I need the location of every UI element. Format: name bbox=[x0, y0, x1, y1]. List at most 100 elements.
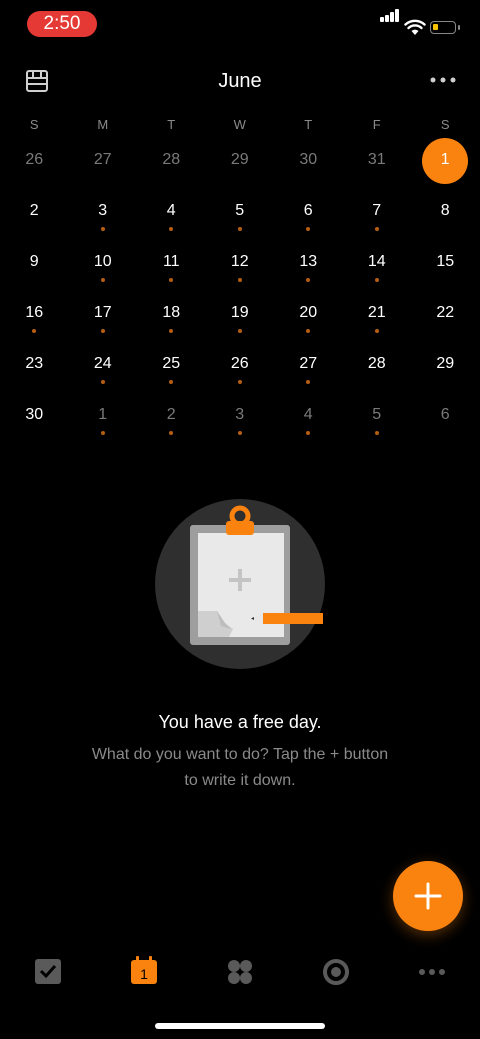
weekday-label: W bbox=[233, 117, 246, 132]
day-cell[interactable]: 17 bbox=[69, 301, 138, 347]
event-dot bbox=[100, 278, 105, 282]
nav-more[interactable] bbox=[408, 950, 456, 995]
checkbox-icon bbox=[35, 959, 61, 984]
day-number: 25 bbox=[162, 355, 181, 372]
empty-state-subtitle-line1: What do you want to do? Tap the + button bbox=[91, 746, 389, 763]
event-dot bbox=[100, 380, 105, 384]
day-cell[interactable]: 24 bbox=[69, 352, 138, 398]
day-cell[interactable]: 27 bbox=[274, 352, 343, 398]
day-cell[interactable]: 9 bbox=[0, 250, 69, 296]
day-cell[interactable]: 29 bbox=[206, 148, 275, 194]
empty-state-subtitle-line2: to write it down. bbox=[184, 772, 296, 789]
day-number: 8 bbox=[440, 202, 450, 219]
nav-tasks[interactable] bbox=[24, 950, 72, 995]
day-cell[interactable]: 14 bbox=[343, 250, 412, 296]
week-row: 2 3 4 5 6 7 8 bbox=[0, 199, 480, 239]
event-dot bbox=[237, 278, 242, 282]
day-cell[interactable]: 5 bbox=[206, 199, 275, 245]
event-dot bbox=[306, 380, 311, 384]
day-number: 23 bbox=[25, 355, 44, 372]
day-cell[interactable]: 18 bbox=[137, 301, 206, 347]
day-cell[interactable]: 1 bbox=[69, 403, 138, 449]
event-dot bbox=[306, 329, 311, 333]
nav-focus[interactable] bbox=[312, 950, 360, 995]
day-number: 4 bbox=[166, 202, 176, 219]
day-cell[interactable]: 11 bbox=[137, 250, 206, 296]
weekday-label: T bbox=[167, 117, 176, 132]
add-task-button[interactable] bbox=[393, 861, 463, 931]
week-row: 16 17 18 19 20 21 22 bbox=[0, 301, 480, 341]
day-cell[interactable]: 28 bbox=[343, 352, 412, 398]
day-cell[interactable]: 3 bbox=[69, 199, 138, 245]
day-cell[interactable]: 26 bbox=[0, 148, 69, 194]
day-cell[interactable]: 6 bbox=[411, 403, 480, 449]
day-number: 13 bbox=[299, 253, 318, 270]
event-dot bbox=[100, 431, 105, 435]
weekday-label: S bbox=[29, 117, 39, 132]
week-row: 30 1 2 3 4 5 6 bbox=[0, 403, 480, 443]
day-number: 26 bbox=[230, 355, 249, 372]
day-cell[interactable]: 4 bbox=[274, 403, 343, 449]
home-indicator[interactable] bbox=[155, 1023, 325, 1029]
day-number: 17 bbox=[93, 304, 112, 321]
month-title[interactable]: June bbox=[0, 70, 480, 93]
event-dot bbox=[374, 329, 379, 333]
calendar-icon: 1 bbox=[131, 956, 157, 984]
weekday-label: M bbox=[97, 117, 109, 132]
day-number: 5 bbox=[372, 406, 382, 423]
day-number: 10 bbox=[93, 253, 112, 270]
plus-icon bbox=[414, 882, 442, 910]
day-cell[interactable]: 2 bbox=[137, 403, 206, 449]
day-cell[interactable]: 8 bbox=[411, 199, 480, 245]
calendar-badge: 1 bbox=[140, 966, 148, 982]
day-cell[interactable]: 25 bbox=[137, 352, 206, 398]
nav-grid[interactable] bbox=[216, 950, 264, 995]
day-cell[interactable]: 13 bbox=[274, 250, 343, 296]
event-dot bbox=[169, 329, 174, 333]
day-number: 1 bbox=[98, 406, 108, 423]
day-cell[interactable]: 21 bbox=[343, 301, 412, 347]
day-cell[interactable]: 30 bbox=[0, 403, 69, 449]
day-number: 30 bbox=[299, 151, 318, 168]
battery-icon bbox=[430, 21, 460, 34]
event-dot bbox=[100, 227, 105, 231]
event-dot bbox=[306, 431, 311, 435]
day-cell[interactable]: 29 bbox=[411, 352, 480, 398]
day-number: 29 bbox=[230, 151, 249, 168]
grid-icon bbox=[228, 960, 252, 984]
day-number: 20 bbox=[299, 304, 318, 321]
day-cell[interactable]: 16 bbox=[0, 301, 69, 347]
day-cell[interactable]: 27 bbox=[69, 148, 138, 194]
day-cell[interactable]: 4 bbox=[137, 199, 206, 245]
day-cell[interactable]: 22 bbox=[411, 301, 480, 347]
day-cell[interactable]: 31 bbox=[343, 148, 412, 194]
day-cell[interactable]: 30 bbox=[274, 148, 343, 194]
more-options-icon[interactable] bbox=[430, 74, 456, 86]
day-cell[interactable]: 20 bbox=[274, 301, 343, 347]
day-number: 9 bbox=[29, 253, 39, 270]
day-cell[interactable]: 12 bbox=[206, 250, 275, 296]
day-number: 5 bbox=[235, 202, 245, 219]
empty-state-title: You have a free day. bbox=[158, 712, 322, 732]
day-cell[interactable]: 5 bbox=[343, 403, 412, 449]
day-number: 15 bbox=[436, 253, 455, 270]
nav-calendar[interactable]: 1 bbox=[120, 950, 168, 995]
day-number: 21 bbox=[367, 304, 386, 321]
bottom-nav: 1 bbox=[0, 950, 480, 995]
day-cell[interactable]: 6 bbox=[274, 199, 343, 245]
day-cell[interactable]: 26 bbox=[206, 352, 275, 398]
day-cell[interactable]: 19 bbox=[206, 301, 275, 347]
day-cell[interactable]: 28 bbox=[137, 148, 206, 194]
day-cell[interactable]: 2 bbox=[0, 199, 69, 245]
day-cell[interactable]: 15 bbox=[411, 250, 480, 296]
day-cell-selected[interactable]: 1 bbox=[411, 138, 480, 194]
day-cell[interactable]: 3 bbox=[206, 403, 275, 449]
event-dot bbox=[100, 329, 105, 333]
day-number: 16 bbox=[25, 304, 44, 321]
focus-icon bbox=[323, 959, 349, 985]
day-cell[interactable]: 7 bbox=[343, 199, 412, 245]
day-cell[interactable]: 23 bbox=[0, 352, 69, 398]
day-cell[interactable]: 10 bbox=[69, 250, 138, 296]
event-dot bbox=[169, 431, 174, 435]
day-number: 12 bbox=[230, 253, 249, 270]
